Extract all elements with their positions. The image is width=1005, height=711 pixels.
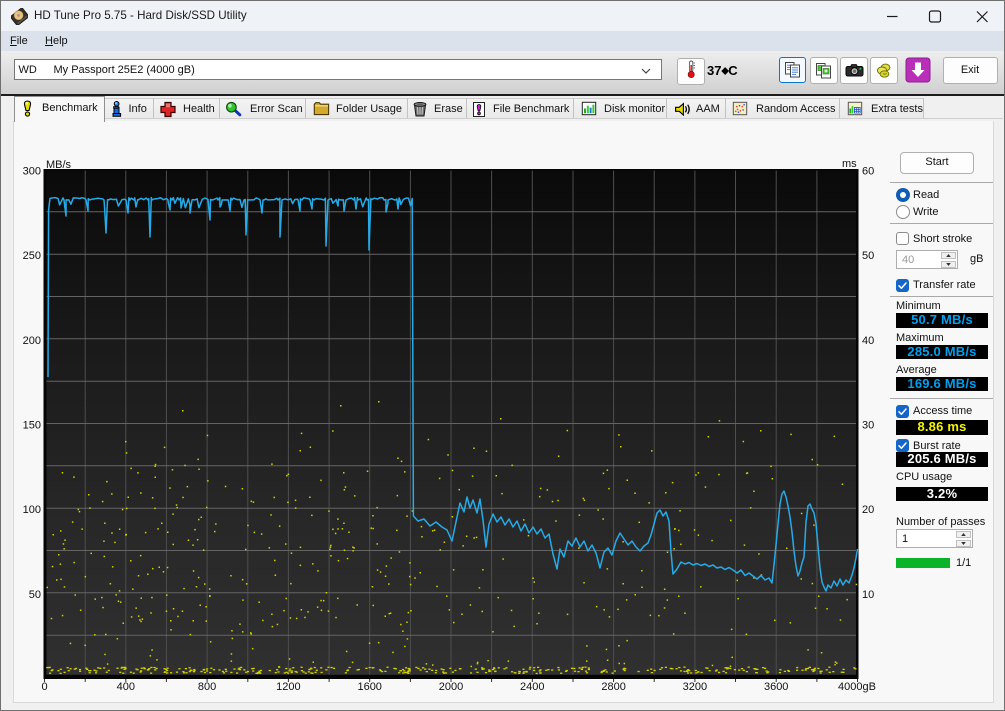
svg-text:150: 150 — [23, 420, 41, 432]
svg-text:40: 40 — [862, 335, 874, 347]
svg-text:100: 100 — [23, 504, 41, 516]
svg-text:2800: 2800 — [601, 681, 625, 693]
svg-text:2400: 2400 — [520, 681, 544, 693]
svg-text:1200: 1200 — [276, 681, 300, 693]
svg-text:2000: 2000 — [439, 681, 463, 693]
svg-text:200: 200 — [23, 335, 41, 347]
svg-text:10: 10 — [862, 589, 874, 601]
svg-text:50: 50 — [29, 589, 41, 601]
svg-text:60: 60 — [862, 166, 874, 178]
svg-text:MB/s: MB/s — [46, 159, 72, 171]
svg-text:400: 400 — [117, 681, 135, 693]
svg-text:4000gB: 4000gB — [838, 681, 876, 693]
svg-text:3200: 3200 — [683, 681, 707, 693]
svg-text:250: 250 — [23, 250, 41, 262]
svg-text:ms: ms — [842, 158, 857, 170]
svg-text:20: 20 — [862, 504, 874, 516]
svg-text:50: 50 — [862, 250, 874, 262]
svg-text:3600: 3600 — [764, 681, 788, 693]
svg-text:0: 0 — [41, 681, 47, 693]
svg-text:30: 30 — [862, 420, 874, 432]
svg-text:300: 300 — [23, 166, 41, 178]
svg-text:800: 800 — [198, 681, 216, 693]
svg-text:1600: 1600 — [357, 681, 381, 693]
